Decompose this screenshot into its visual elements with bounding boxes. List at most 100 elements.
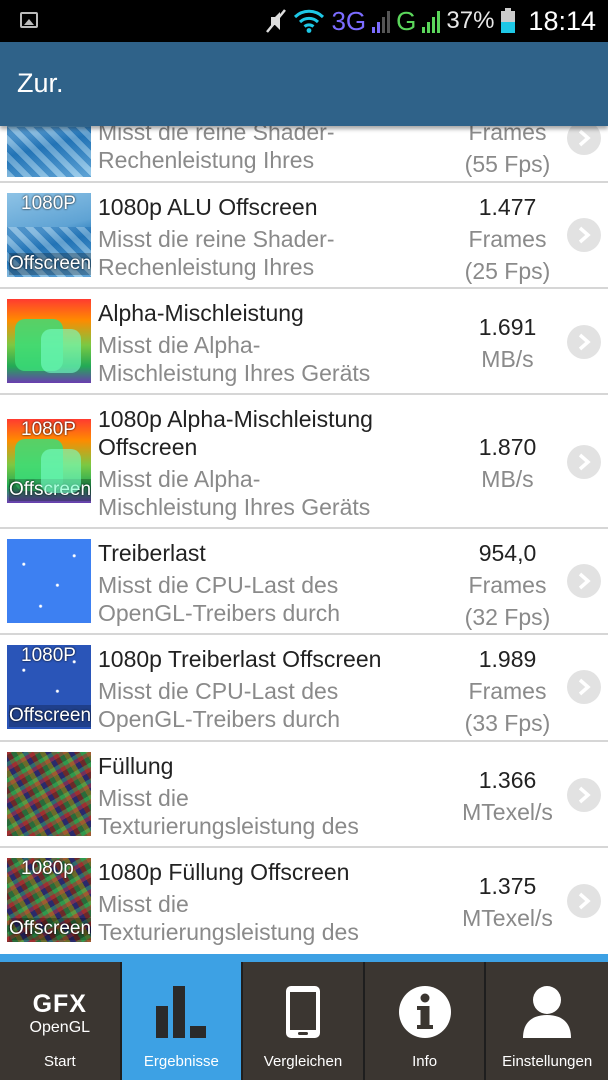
alpha-offscreen-thumbnail: 1080P Offscreen bbox=[7, 419, 91, 503]
clock: 18:14 bbox=[528, 5, 596, 36]
signal-bars-icon-2 bbox=[422, 9, 441, 33]
result-row-fill-offscreen[interactable]: 1080p Offscreen 1080p Füllung Offscreen … bbox=[0, 848, 608, 956]
tab-label: Ergebnisse bbox=[143, 1053, 219, 1070]
alpha-thumbnail bbox=[7, 299, 91, 383]
result-score: 1.989 bbox=[478, 646, 537, 672]
wifi-icon bbox=[294, 9, 325, 33]
result-desc-line1: Misst die reine Shader- bbox=[98, 226, 335, 252]
chevron-right-icon[interactable] bbox=[567, 564, 601, 598]
result-unit: MTexel/s bbox=[462, 799, 553, 825]
result-score: 1.366 bbox=[478, 767, 537, 793]
result-row-alu[interactable]: Misst die reine Shader- Rechenleistung I… bbox=[0, 126, 608, 183]
network-g-label: G bbox=[396, 5, 417, 36]
bar-chart-icon bbox=[156, 986, 207, 1038]
thumb-tag-offscreen: Offscreen bbox=[9, 918, 91, 940]
result-unit: Frames bbox=[468, 572, 547, 598]
result-value: 1.375 MTexel/s bbox=[440, 870, 575, 934]
result-title: Treiberlast bbox=[98, 540, 206, 566]
chevron-right-icon[interactable] bbox=[567, 884, 601, 918]
battery-icon bbox=[501, 8, 516, 33]
logo-gfx-text: GFX bbox=[32, 990, 87, 1018]
result-title: 1080p Füllung Offscreen bbox=[98, 859, 350, 885]
result-title: Füllung bbox=[98, 753, 174, 779]
tab-results[interactable]: Ergebnisse bbox=[121, 962, 244, 1080]
thumb-tag-1080p: 1080P bbox=[21, 193, 76, 214]
shader-thumbnail bbox=[7, 126, 91, 177]
result-unit: Frames bbox=[468, 126, 547, 145]
result-desc-line1: Misst die Alpha- bbox=[98, 332, 261, 358]
image-notification-icon bbox=[20, 12, 38, 28]
result-desc-line1: Misst die bbox=[98, 785, 189, 811]
gfx-logo: GFX OpenGL bbox=[0, 990, 120, 1037]
result-row-fill[interactable]: Füllung Misst die Texturierungsleistung … bbox=[0, 742, 608, 848]
info-icon bbox=[398, 986, 451, 1038]
chevron-right-icon[interactable] bbox=[567, 126, 601, 155]
back-button[interactable]: Zur. bbox=[17, 68, 64, 99]
result-unit: Frames bbox=[468, 678, 547, 704]
result-title-line1: 1080p Alpha-Mischleistung bbox=[98, 406, 373, 432]
result-row-alu-offscreen[interactable]: 1080P Offscreen 1080p ALU Offscreen Miss… bbox=[0, 183, 608, 289]
result-fps: (33 Fps) bbox=[464, 710, 551, 736]
result-unit: MB/s bbox=[481, 466, 534, 492]
result-score: 954,0 bbox=[478, 540, 537, 566]
thumb-tag-1080p: 1080p bbox=[21, 858, 74, 879]
tab-info[interactable]: Info bbox=[364, 962, 487, 1080]
result-title: 1080p Treiberlast Offscreen bbox=[98, 646, 382, 672]
result-desc-line2: Texturierungsleistung des bbox=[98, 813, 359, 839]
battery-percent: 37% bbox=[446, 7, 495, 34]
status-bar: 3G G 37% 18:14 bbox=[0, 0, 608, 42]
driver-thumbnail bbox=[7, 539, 91, 623]
chevron-right-icon[interactable] bbox=[567, 778, 601, 812]
driver-offscreen-thumbnail: 1080P Offscreen bbox=[7, 645, 91, 729]
chevron-right-icon[interactable] bbox=[567, 325, 601, 359]
tab-start[interactable]: GFX OpenGL Start bbox=[0, 962, 122, 1080]
bottom-nav: GFX OpenGL Start Ergebnisse Vergleichen … bbox=[0, 962, 608, 1080]
result-value: 1.989 Frames (33 Fps) bbox=[440, 643, 575, 739]
result-row-alpha[interactable]: Alpha-Mischleistung Misst die Alpha- Mis… bbox=[0, 289, 608, 395]
thumb-tag-offscreen: Offscreen bbox=[9, 705, 91, 727]
thumb-tag-offscreen: Offscreen bbox=[9, 253, 91, 275]
result-score: 1.375 bbox=[478, 873, 537, 899]
result-desc-line2: Rechenleistung Ihres bbox=[98, 147, 315, 173]
result-score: 1.691 bbox=[478, 314, 537, 340]
result-value: 1.477 Frames (25 Fps) bbox=[440, 191, 575, 287]
shader-offscreen-thumbnail: 1080P Offscreen bbox=[7, 193, 91, 277]
result-desc-line1: Misst die CPU-Last des bbox=[98, 678, 339, 704]
result-title-line2: Offscreen bbox=[98, 434, 198, 460]
result-unit: MTexel/s bbox=[462, 905, 553, 931]
result-row-driver-offscreen[interactable]: 1080P Offscreen 1080p Treiberlast Offscr… bbox=[0, 635, 608, 742]
result-value: 1.870 MB/s bbox=[440, 431, 575, 495]
thumb-tag-1080p: 1080P bbox=[21, 419, 76, 440]
result-desc-line2: OpenGL-Treibers durch bbox=[98, 706, 341, 732]
chevron-right-icon[interactable] bbox=[567, 670, 601, 704]
nav-accent-bar bbox=[0, 954, 608, 962]
tab-label: Start bbox=[43, 1053, 76, 1070]
chevron-right-icon[interactable] bbox=[567, 445, 601, 479]
result-row-alpha-offscreen[interactable]: 1080P Offscreen 1080p Alpha-Mischleistun… bbox=[0, 395, 608, 529]
result-value: 1.691 MB/s bbox=[440, 311, 575, 375]
result-value: 954,0 Frames (32 Fps) bbox=[440, 537, 575, 633]
tab-label: Info bbox=[412, 1053, 438, 1070]
tab-label: Vergleichen bbox=[263, 1053, 343, 1070]
result-desc-line2: OpenGL-Treibers durch bbox=[98, 600, 341, 626]
tab-compare[interactable]: Vergleichen bbox=[243, 962, 365, 1080]
chevron-right-icon[interactable] bbox=[567, 218, 601, 252]
result-desc-line2: Rechenleistung Ihres bbox=[98, 254, 315, 280]
tab-settings[interactable]: Einstellungen bbox=[486, 962, 608, 1080]
result-fps: (25 Fps) bbox=[464, 258, 551, 284]
result-desc-line1: Misst die reine Shader- bbox=[98, 126, 335, 145]
result-unit: MB/s bbox=[481, 346, 534, 372]
result-value: 1.366 MTexel/s bbox=[440, 764, 575, 828]
results-list[interactable]: Misst die reine Shader- Rechenleistung I… bbox=[0, 126, 608, 956]
fill-thumbnail bbox=[7, 752, 91, 836]
result-desc-line1: Misst die CPU-Last des bbox=[98, 572, 339, 598]
phone-icon bbox=[285, 986, 320, 1038]
result-desc-line2: Mischleistung Ihres Geräts bbox=[98, 360, 371, 386]
result-title: Alpha-Mischleistung bbox=[98, 300, 304, 326]
fill-offscreen-thumbnail: 1080p Offscreen bbox=[7, 858, 91, 942]
result-row-driver[interactable]: Treiberlast Misst die CPU-Last des OpenG… bbox=[0, 529, 608, 635]
result-fps: (55 Fps) bbox=[464, 151, 551, 177]
result-score: 1.870 bbox=[478, 434, 537, 460]
result-title: 1080p ALU Offscreen bbox=[98, 194, 318, 220]
result-desc-line1: Misst die Alpha- bbox=[98, 466, 261, 492]
